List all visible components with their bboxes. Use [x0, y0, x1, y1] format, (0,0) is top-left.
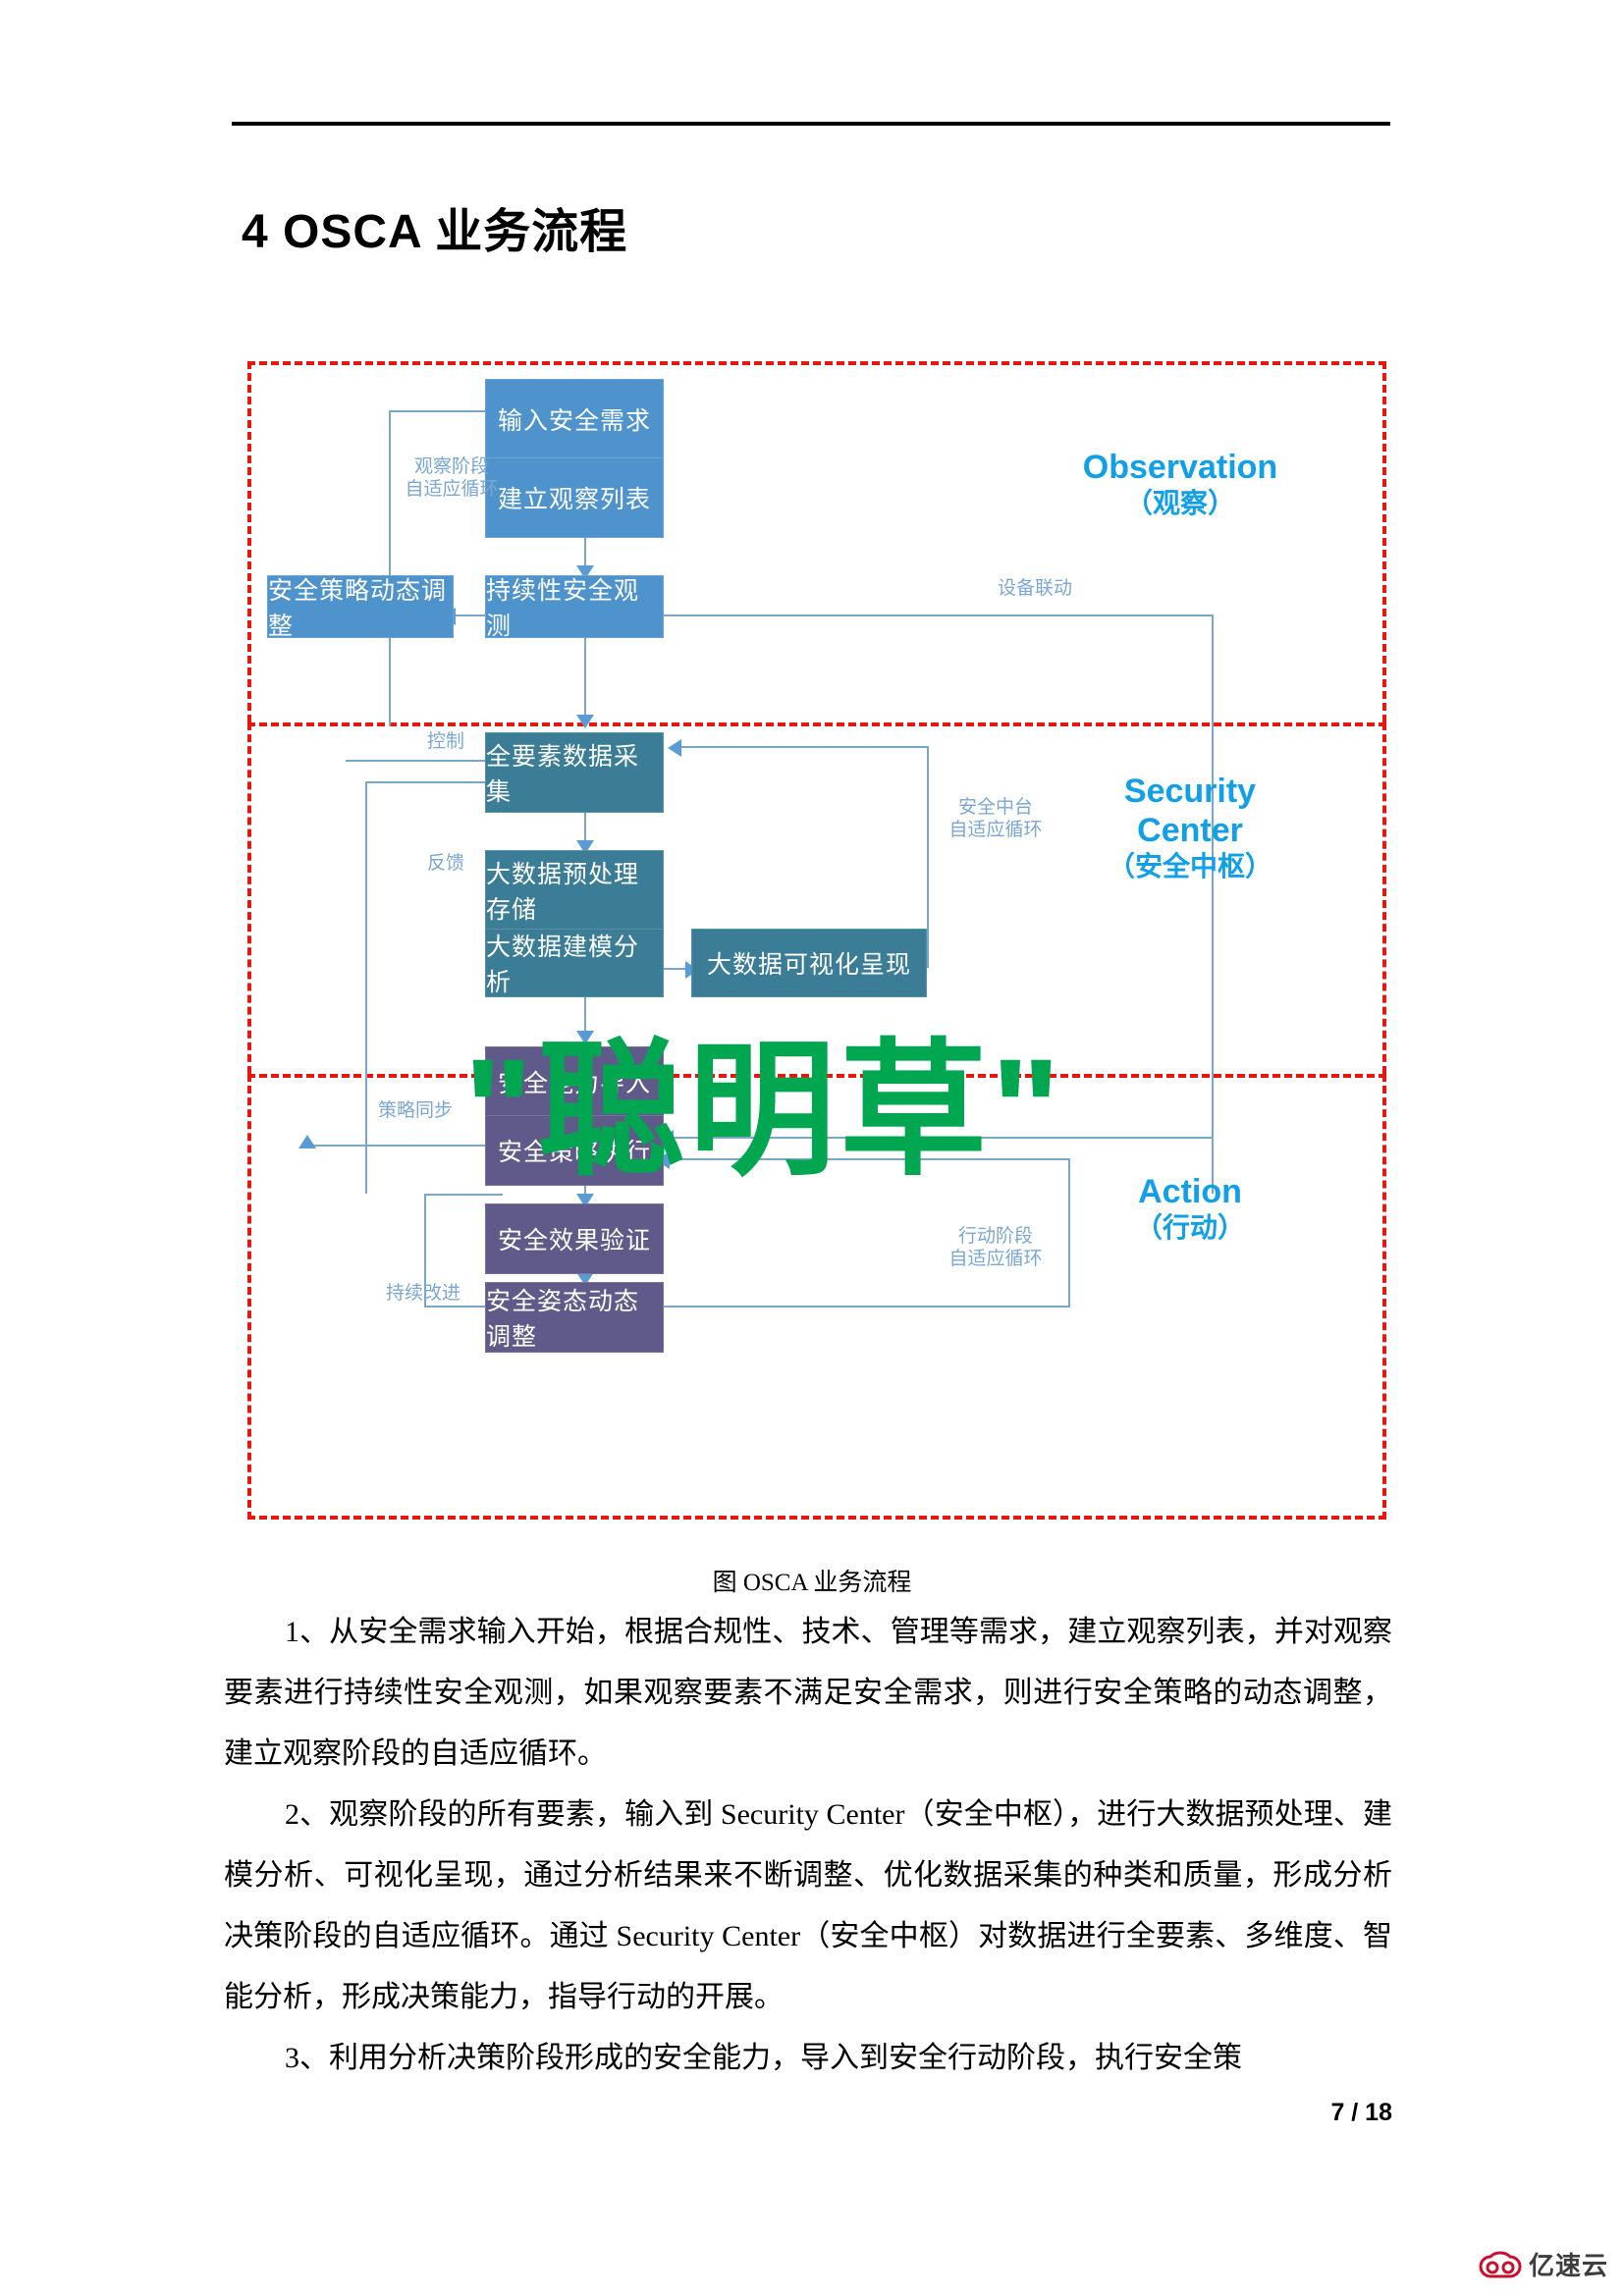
annotation-feedback: 反馈: [406, 852, 485, 875]
phase-heading-en-line1: Security: [1123, 773, 1257, 810]
footer-brand-text: 亿速云: [1528, 2251, 1608, 2280]
phase-heading-security-center: Security Center （安全中枢）: [1033, 772, 1347, 882]
connector-visual-loop-top: [679, 746, 929, 748]
flow-box-security-policy-execution[interactable]: 安全策略执行: [485, 1115, 664, 1186]
annotation-line-1: 观察阶段: [413, 456, 489, 477]
body-text: 1、从安全需求输入开始，根据合规性、技术、管理等需求，建立观察列表，并对观察要素…: [224, 1602, 1392, 2089]
flow-box-bigdata-preprocess-storage[interactable]: 大数据预处理存储: [485, 850, 664, 931]
connector-continuous-improve-top: [424, 1194, 503, 1196]
cloud-icon: [1479, 2251, 1522, 2277]
annotation-line-1: 设备联动: [997, 578, 1072, 599]
annotation-line-1: 反馈: [426, 853, 464, 874]
annotation-policy-sync: 策略同步: [361, 1099, 469, 1122]
annotation-line-1: 行动阶段: [957, 1226, 1033, 1247]
flow-box-label: 安全姿态动态调整: [486, 1288, 640, 1351]
flow-box-security-capability-import[interactable]: 安全能力导入: [485, 1046, 664, 1117]
flow-box-label: 安全效果验证: [497, 1227, 651, 1255]
flow-box-build-observation-list[interactable]: 建立观察列表: [485, 457, 664, 538]
annotation-line-1: 持续改进: [385, 1283, 460, 1304]
flow-box-label: 安全能力导入: [497, 1070, 651, 1097]
zone-observation: [247, 361, 1386, 722]
paragraph-3: 3、利用分析决策阶段形成的安全能力，导入到安全行动阶段，执行安全策: [285, 2042, 1242, 2074]
flow-box-continuous-security-observation[interactable]: 持续性安全观测: [485, 575, 664, 640]
header-rule: [232, 122, 1390, 126]
annotation-line-1: 策略同步: [377, 1100, 453, 1121]
flow-box-bigdata-modeling-analysis[interactable]: 大数据建模分析: [485, 929, 664, 997]
page-number: 7 / 18: [1330, 2099, 1392, 2126]
figure-caption: 图 OSCA 业务流程: [712, 1570, 912, 1596]
flow-box-bigdata-visualization[interactable]: 大数据可视化呈现: [691, 929, 927, 997]
annotation-line-2: 自适应循环: [948, 1249, 1043, 1270]
connector-device-linkage-vertical: [1212, 614, 1214, 1194]
arrow-model-to-capability: [576, 1031, 594, 1044]
connector-observe-to-collect: [584, 638, 586, 724]
flow-box-security-posture-dynamic-adjustment[interactable]: 安全姿态动态调整: [485, 1282, 664, 1353]
connector-control-horizontal: [346, 760, 503, 762]
arrow-policy-sync: [298, 1135, 316, 1148]
flow-box-label: 大数据预处理存储: [486, 861, 640, 924]
annotation-continuous-improvement: 持续改进: [369, 1282, 477, 1305]
phase-heading-cn: （安全中枢）: [1107, 851, 1272, 882]
phase-heading-cn: （观察）: [1124, 488, 1235, 519]
phase-heading-en: Observation: [1082, 449, 1278, 486]
flow-box-security-policy-dynamic-adjustment[interactable]: 安全策略动态调整: [267, 575, 454, 640]
flow-box-label: 持续性安全观测: [486, 577, 640, 640]
connector-feedback-horizontal: [365, 781, 503, 783]
connector-policy-down: [389, 638, 391, 726]
flow-box-input-security-requirement[interactable]: 输入安全需求: [485, 379, 664, 459]
annotation-control: 控制: [406, 730, 485, 753]
flow-box-label: 安全策略动态调整: [268, 577, 448, 640]
phase-heading-en: Action: [1138, 1173, 1242, 1210]
paragraph-1: 1、从安全需求输入开始，根据合规性、技术、管理等需求，建立观察列表，并对观察要素…: [224, 1616, 1392, 1770]
flow-box-label: 安全策略执行: [497, 1139, 651, 1166]
footer-brand-logo: 亿速云: [1479, 2246, 1608, 2282]
paragraph-2: 2、观察阶段的所有要素，输入到 Security Center（安全中枢），进行…: [224, 1798, 1392, 2013]
annotation-line-1: 控制: [426, 731, 464, 752]
arrow-observe-to-collect: [576, 715, 594, 728]
annotation-line-2: 自适应循环: [948, 820, 1043, 841]
flow-box-label: 大数据建模分析: [486, 934, 640, 996]
connector-action-loop-top: [664, 1158, 1070, 1160]
flow-box-label: 大数据可视化呈现: [706, 951, 911, 979]
flow-box-label: 输入安全需求: [497, 407, 651, 435]
flow-box-label: 全要素数据采集: [486, 743, 640, 806]
phase-heading-cn: （行动）: [1134, 1212, 1245, 1244]
page-title: 4 OSCA 业务流程: [242, 206, 628, 258]
flow-box-label: 建立观察列表: [497, 486, 651, 513]
connector-visual-loop-vertical: [927, 746, 929, 968]
connector-feedback-vertical: [365, 781, 367, 1194]
document-page: 4 OSCA 业务流程 输入安全需求 建立观察列表 持续性安全观测 安全策略动态…: [0, 0, 1624, 2296]
flow-box-security-effect-validation[interactable]: 安全效果验证: [485, 1203, 664, 1274]
phase-heading-en-line2: Center: [1137, 812, 1243, 850]
connector-action-loop-bottom: [664, 1306, 1070, 1308]
annotation-device-linkage: 设备联动: [976, 577, 1094, 600]
connector-rail-to-execute: [668, 1137, 1214, 1139]
annotation-observation-adaptive-loop: 观察阶段 自适应循环: [393, 455, 511, 501]
phase-heading-action: Action （行动）: [1033, 1172, 1347, 1244]
arrow-visual-loop-to-collect: [668, 739, 681, 757]
connector-device-linkage: [664, 614, 1214, 616]
flow-box-all-element-data-collection[interactable]: 全要素数据采集: [485, 732, 664, 813]
osca-flow-diagram: 输入安全需求 建立观察列表 持续性安全观测 安全策略动态调整 全要素数据采集 大…: [247, 361, 1386, 1520]
annotation-line-2: 自适应循环: [405, 479, 499, 501]
connector-policy-sync-horizontal: [306, 1145, 503, 1147]
phase-heading-observation: Observation （观察）: [1013, 448, 1347, 519]
annotation-line-1: 安全中台: [957, 797, 1033, 818]
